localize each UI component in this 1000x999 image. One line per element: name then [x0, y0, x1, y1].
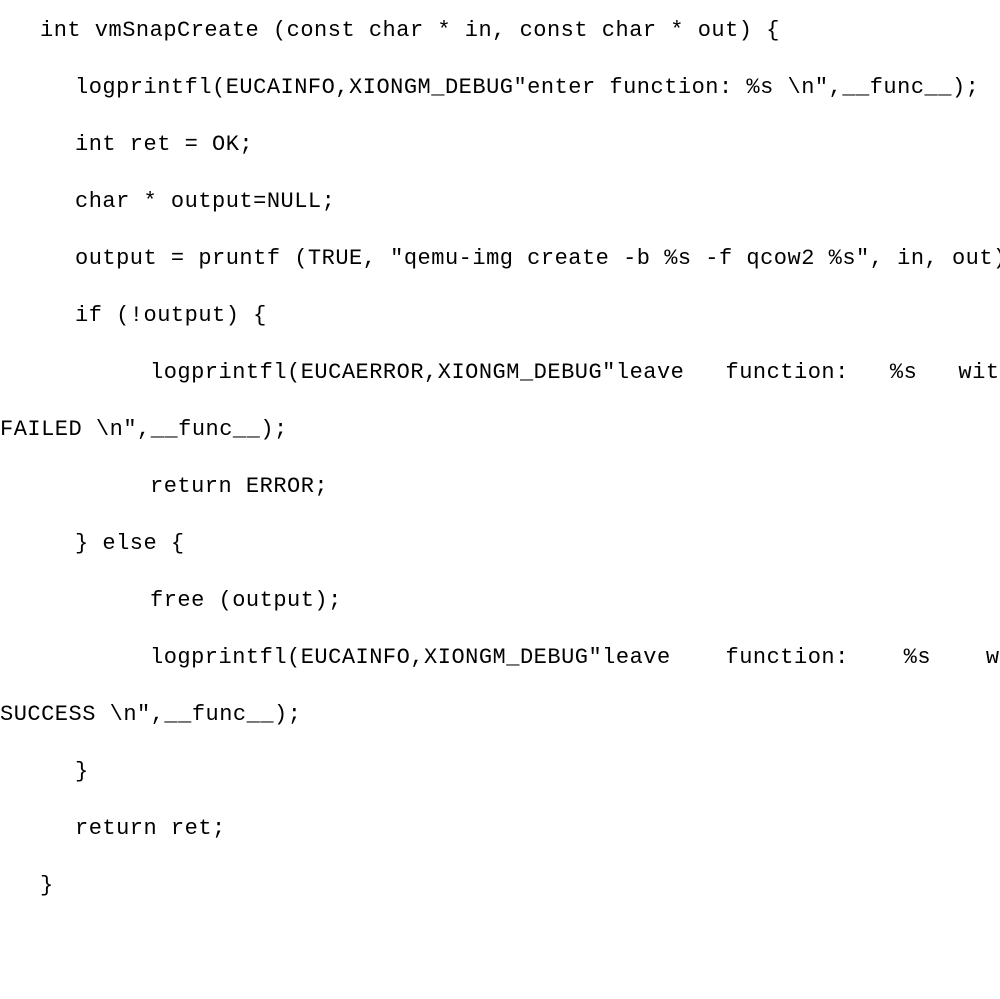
code-line: int ret = OK; [0, 134, 1000, 156]
code-line-wrap: SUCCESS \n",__func__); [0, 704, 1000, 726]
code-block: int vmSnapCreate (const char * in, const… [0, 0, 1000, 897]
code-line: free (output); [0, 590, 1000, 612]
code-line: output = pruntf (TRUE, "qemu-img create … [0, 248, 1000, 270]
code-line: if (!output) { [0, 305, 1000, 327]
code-line: } else { [0, 533, 1000, 555]
code-line: char * output=NULL; [0, 191, 1000, 213]
code-line: return ret; [0, 818, 1000, 840]
code-line-wrap: FAILED \n",__func__); [0, 419, 1000, 441]
code-line: logprintfl(EUCAERROR,XIONGM_DEBUG"leave … [0, 362, 1000, 384]
code-line: logprintfl(EUCAINFO,XIONGM_DEBUG"leave f… [0, 647, 1000, 669]
code-line: int vmSnapCreate (const char * in, const… [0, 20, 1000, 42]
code-line: } [0, 761, 1000, 783]
code-line: } [0, 875, 1000, 897]
code-line: logprintfl(EUCAINFO,XIONGM_DEBUG"enter f… [0, 77, 1000, 99]
code-line: return ERROR; [0, 476, 1000, 498]
